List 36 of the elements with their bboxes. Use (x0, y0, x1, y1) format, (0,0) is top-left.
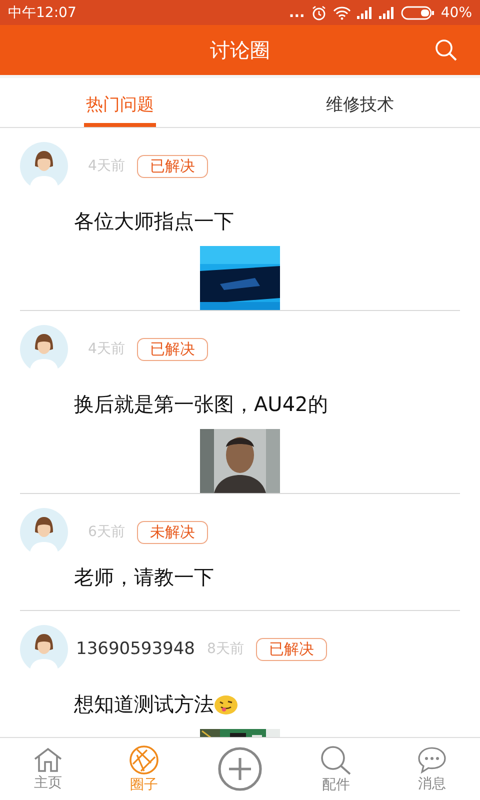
signal-icon (378, 6, 395, 18)
aperture-icon (129, 744, 159, 774)
status-tag: 已解决 (256, 638, 327, 660)
nav-item[interactable]: 消息 (417, 746, 447, 792)
signal-icon (356, 6, 373, 18)
tab[interactable]: 热门问题 (84, 78, 156, 127)
nav-item[interactable]: 圈子 (129, 744, 159, 794)
status-tag: 已解决 (136, 338, 208, 360)
avatar-icon (20, 625, 68, 673)
nav-item[interactable]: 配件 (320, 744, 352, 794)
search-icon (320, 744, 352, 774)
avatar-icon (20, 508, 68, 556)
battery-icon (400, 6, 435, 20)
nav-item[interactable]: 主页 (33, 746, 63, 792)
page-title: 讨论圈 (210, 36, 270, 64)
post-text: 各位大师指点一下 (74, 208, 234, 234)
add-button[interactable] (218, 747, 262, 791)
post-text: 老师，请教一下 (74, 564, 214, 590)
home-icon (33, 746, 63, 772)
wifi-icon (332, 6, 351, 20)
clock: 中午12:07 (8, 4, 76, 22)
notification-dots: ... (288, 6, 305, 20)
tab[interactable]: 维修技术 (324, 78, 396, 127)
add-icon (218, 747, 262, 791)
chat-icon (417, 746, 447, 774)
status-tag: 已解决 (136, 154, 208, 178)
emoji-icon (214, 693, 238, 715)
battery-percent: 40% (440, 4, 472, 20)
avatar-icon (20, 142, 68, 190)
alarm-icon (310, 4, 327, 20)
post-text: 换后就是第一张图，AU42的 (74, 390, 328, 418)
username: 13690593948 (76, 639, 195, 659)
search-icon[interactable] (434, 38, 458, 62)
post-text: 想知道测试方法 (74, 690, 214, 718)
avatar-icon (20, 325, 68, 373)
status-tag: 未解决 (136, 520, 208, 544)
